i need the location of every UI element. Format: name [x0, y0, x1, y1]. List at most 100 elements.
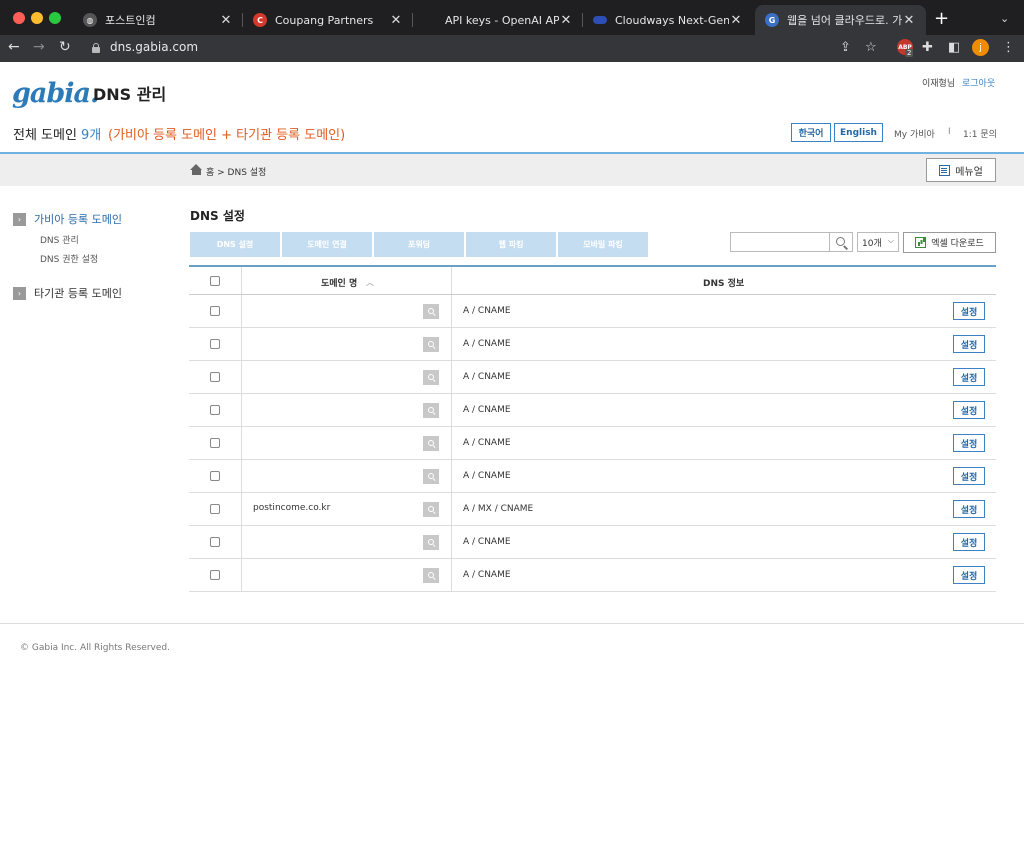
side-panel-icon[interactable]: ◧ — [948, 40, 960, 55]
select-all-checkbox[interactable] — [210, 276, 220, 286]
minimize-window-button[interactable] — [31, 12, 43, 24]
search-icon — [427, 506, 435, 513]
bookmark-star-icon[interactable]: ☆ — [865, 40, 877, 55]
set-button[interactable]: 설정 — [953, 302, 985, 320]
domain-lookup-button[interactable] — [423, 370, 439, 385]
table-row: A / CNAME 설정 — [189, 526, 996, 559]
set-button[interactable]: 설정 — [953, 566, 985, 584]
column-divider — [241, 328, 242, 360]
browser-tab[interactable]: API keys - OpenAI API ✕ — [413, 5, 583, 35]
sidebar-item-dns-permission[interactable]: DNS 권한 설정 — [40, 252, 98, 265]
row-checkbox[interactable] — [210, 471, 220, 481]
domain-column-header[interactable]: 도메인 명 — [321, 276, 357, 289]
tab-search-icon[interactable]: ⌄ — [1000, 12, 1009, 25]
set-button[interactable]: 설정 — [953, 401, 985, 419]
set-button[interactable]: 설정 — [953, 368, 985, 386]
browser-tab[interactable]: Cloudways Next-Generatio ✕ — [583, 5, 753, 35]
logout-link[interactable]: 로그아웃 — [962, 76, 995, 89]
set-button[interactable]: 설정 — [953, 500, 985, 518]
domain-lookup-button[interactable] — [423, 337, 439, 352]
cloud-icon — [593, 16, 607, 24]
mobile-parking-button[interactable]: 모바일 파킹 — [558, 232, 648, 257]
user-name: 이재형님 — [922, 79, 956, 89]
back-icon[interactable]: ← — [8, 39, 20, 55]
browser-tab-active[interactable]: G 웹을 넘어 클라우드로. 가비아 ✕ — [755, 5, 926, 35]
sort-up-icon[interactable]: ︿ — [366, 277, 374, 288]
domain-lookup-button[interactable] — [423, 436, 439, 451]
close-window-button[interactable] — [13, 12, 25, 24]
gabia-logo[interactable]: gabia. — [12, 78, 99, 109]
dns-info: A / CNAME — [463, 339, 511, 349]
sidebar-group-gabia[interactable]: › 가비아 등록 도메인 — [13, 211, 122, 227]
browser-tab[interactable]: C Coupang Partners ✕ — [243, 5, 413, 35]
row-checkbox[interactable] — [210, 504, 220, 514]
column-divider — [451, 427, 452, 459]
domain-lookup-button[interactable] — [423, 469, 439, 484]
per-page-select[interactable]: 10개 ⌵ — [857, 232, 899, 252]
tab-title: Cloudways Next-Generatio — [615, 13, 729, 27]
row-checkbox[interactable] — [210, 339, 220, 349]
share-icon[interactable]: ⇪ — [840, 40, 851, 55]
excel-chart-icon — [915, 237, 927, 248]
sidebar-group-other[interactable]: › 타기관 등록 도메인 — [13, 285, 122, 301]
row-checkbox[interactable] — [210, 438, 220, 448]
row-checkbox[interactable] — [210, 372, 220, 382]
close-tab-icon[interactable]: ✕ — [729, 13, 743, 28]
close-tab-icon[interactable]: ✕ — [559, 13, 573, 28]
manual-button[interactable]: 메뉴얼 — [926, 158, 996, 182]
new-tab-icon[interactable]: + — [934, 8, 949, 29]
per-page-value: 10개 — [862, 238, 882, 249]
search-icon — [427, 539, 435, 546]
set-button[interactable]: 설정 — [953, 467, 985, 485]
forwarding-button[interactable]: 포워딩 — [374, 232, 464, 257]
set-button[interactable]: 설정 — [953, 434, 985, 452]
domain-lookup-button[interactable] — [423, 535, 439, 550]
search-button[interactable] — [829, 232, 853, 252]
search-icon — [427, 473, 435, 480]
row-checkbox[interactable] — [210, 405, 220, 415]
reload-icon[interactable]: ↻ — [59, 39, 71, 55]
my-gabia-link[interactable]: My 가비아 — [894, 127, 935, 140]
more-menu-icon[interactable]: ⋮ — [1002, 40, 1015, 55]
web-parking-button[interactable]: 웹 파킹 — [466, 232, 556, 257]
search-icon — [427, 440, 435, 447]
set-button[interactable]: 설정 — [953, 533, 985, 551]
row-checkbox[interactable] — [210, 537, 220, 547]
domain-lookup-button[interactable] — [423, 304, 439, 319]
dns-setting-button[interactable]: DNS 설정 — [190, 232, 280, 257]
extensions-puzzle-icon[interactable]: ✚ — [922, 40, 933, 55]
lang-korean-button[interactable]: 한국어 — [791, 123, 831, 142]
tab-title: API keys - OpenAI API — [445, 13, 559, 27]
close-tab-icon[interactable]: ✕ — [389, 13, 403, 28]
row-checkbox[interactable] — [210, 570, 220, 580]
close-tab-icon[interactable]: ✕ — [219, 13, 233, 28]
forward-icon[interactable]: → — [33, 39, 45, 55]
lang-english-button[interactable]: English — [834, 123, 883, 142]
domain-search-input[interactable] — [730, 232, 830, 252]
adblock-count-badge: 2 — [905, 49, 914, 57]
close-tab-icon[interactable]: ✕ — [902, 13, 916, 28]
dns-info: A / CNAME — [463, 570, 511, 580]
domain-connect-button[interactable]: 도메인 연결 — [282, 232, 372, 257]
sidebar-item-dns-management[interactable]: DNS 관리 — [40, 233, 79, 246]
inquiry-link[interactable]: 1:1 문의 — [963, 127, 997, 140]
domain-lookup-button[interactable] — [423, 403, 439, 418]
row-checkbox[interactable] — [210, 306, 220, 316]
browser-tab[interactable]: ◍ 포스트인컴 ✕ — [73, 5, 243, 35]
dns-info: A / CNAME — [463, 405, 511, 415]
column-divider — [451, 328, 452, 360]
home-icon[interactable] — [190, 164, 203, 175]
excel-download-button[interactable]: 엑셀 다운로드 — [903, 232, 996, 253]
address-bar[interactable]: dns.gabia.com — [110, 40, 198, 54]
chevron-right-icon: › — [13, 286, 26, 300]
tab-title: Coupang Partners — [275, 13, 374, 27]
profile-avatar[interactable]: j — [972, 39, 989, 56]
sidebar-group-label: 타기관 등록 도메인 — [34, 287, 122, 300]
maximize-window-button[interactable] — [49, 12, 61, 24]
domain-name: postincome.co.kr — [253, 503, 331, 513]
set-button[interactable]: 설정 — [953, 335, 985, 353]
dns-info: A / CNAME — [463, 471, 511, 481]
domain-lookup-button[interactable] — [423, 502, 439, 517]
domain-lookup-button[interactable] — [423, 568, 439, 583]
excel-download-label: 엑셀 다운로드 — [931, 239, 984, 249]
